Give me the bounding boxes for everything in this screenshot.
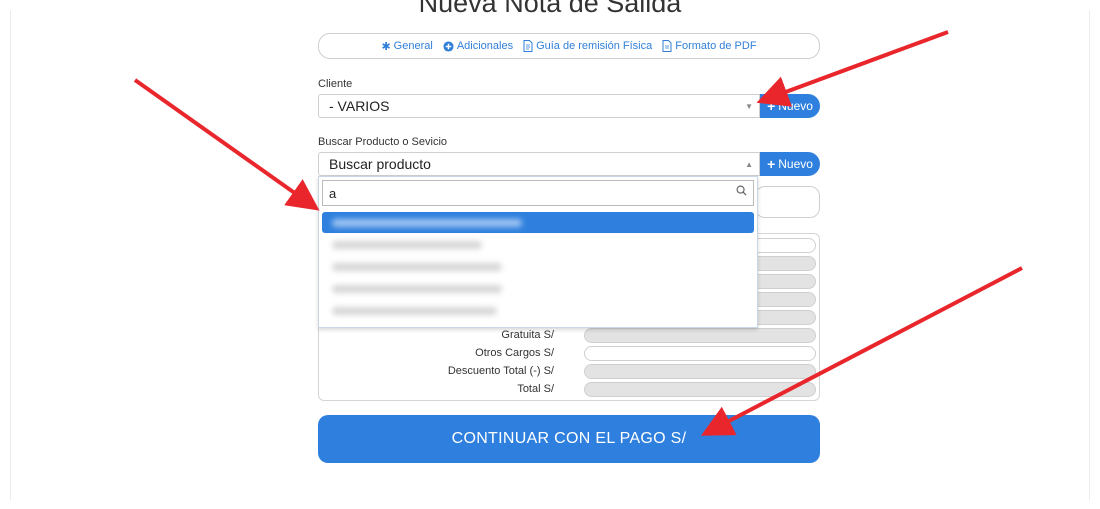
arrow-to-dropdown-option [133,78,320,211]
annotation-arrows [133,30,1023,436]
arrow-to-new-client [756,30,949,107]
arrow-to-continue-button [700,266,1023,436]
